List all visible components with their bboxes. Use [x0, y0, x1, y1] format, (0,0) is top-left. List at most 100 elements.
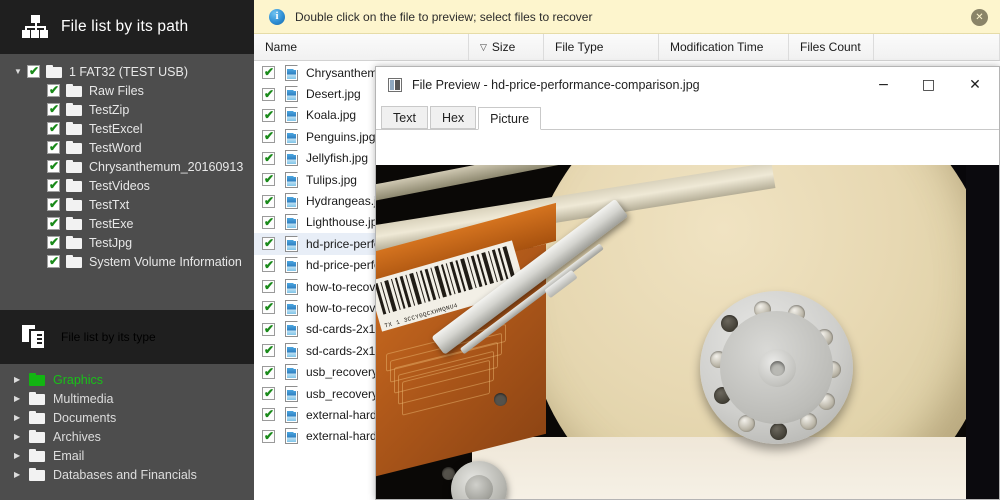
file-checkbox[interactable]: [262, 258, 275, 272]
minimize-button[interactable]: −: [861, 67, 906, 102]
tree-item-label: Chrysanthemum_20160913: [89, 159, 244, 174]
tree-item-label: Raw Files: [89, 83, 144, 98]
column-header-label: File Type: [555, 40, 604, 54]
tree-item[interactable]: TestExe: [0, 214, 254, 233]
column-header-row: Name ▽ Size File Type Modification Time Files…: [254, 34, 1000, 61]
file-checkbox[interactable]: [262, 300, 275, 315]
type-list[interactable]: ▶ Graphics ▶ Multimedia ▶ Documents ▶ Archives ▶…: [0, 364, 254, 484]
chevron-right-icon[interactable]: ▶: [14, 432, 29, 441]
tree-item-label: TestJpg: [89, 235, 133, 250]
preview-body: TX 1 3CCY0QCXHMQNU4: [376, 131, 999, 499]
column-header-label: Size: [491, 40, 516, 54]
tab-picture[interactable]: Picture: [478, 107, 542, 130]
tree-item-checkbox[interactable]: [47, 121, 60, 135]
tree-item[interactable]: System Volume Information: [0, 252, 254, 271]
tree-item-checkbox[interactable]: [47, 102, 60, 116]
file-checkbox[interactable]: [262, 279, 275, 294]
chevron-right-icon[interactable]: ▶: [14, 470, 29, 479]
folder-icon: [66, 217, 82, 230]
type-item-graphics[interactable]: ▶ Graphics: [0, 370, 254, 389]
tree-item-checkbox[interactable]: [47, 235, 60, 249]
folder-icon: [66, 179, 82, 192]
window-controls: − □ ✕: [861, 67, 999, 102]
maximize-button[interactable]: □: [906, 67, 951, 102]
column-header-name[interactable]: Name: [254, 34, 469, 60]
column-header-size[interactable]: ▽ Size: [469, 34, 544, 60]
type-item-email[interactable]: ▶ Email: [0, 446, 254, 465]
chevron-down-icon[interactable]: ▼: [14, 67, 27, 76]
sitemap-icon: [22, 15, 48, 39]
file-checkbox[interactable]: [262, 365, 275, 379]
column-header-file-type[interactable]: File Type: [544, 34, 659, 60]
tree-item[interactable]: TestVideos: [0, 176, 254, 195]
type-item-label: Multimedia: [53, 391, 114, 406]
image-file-icon: [285, 257, 298, 274]
file-checkbox[interactable]: [262, 194, 275, 208]
file-name: Penguins.jpg: [306, 129, 376, 144]
chevron-right-icon[interactable]: ▶: [14, 451, 29, 460]
column-header-modification-time[interactable]: Modification Time: [659, 34, 789, 60]
tree-item[interactable]: ▼ 1 FAT32 (TEST USB): [0, 62, 254, 81]
file-checkbox[interactable]: [262, 429, 275, 443]
tree-item-checkbox[interactable]: [27, 64, 40, 78]
file-checkbox[interactable]: [262, 108, 275, 122]
image-file-icon: [285, 428, 298, 445]
tab-hex[interactable]: Hex: [429, 106, 477, 129]
tree-item[interactable]: TestTxt: [0, 195, 254, 214]
preview-title-bar[interactable]: File Preview - hd-price-performance-comp…: [376, 67, 999, 102]
column-header-label: Modification Time: [670, 40, 764, 54]
tree-item-checkbox[interactable]: [47, 140, 60, 154]
file-checkbox[interactable]: [262, 407, 275, 422]
type-item-archives[interactable]: ▶ Archives: [0, 427, 254, 446]
tree-item-checkbox[interactable]: [47, 83, 60, 97]
tree-item-checkbox[interactable]: [47, 216, 60, 230]
tree-item-checkbox[interactable]: [47, 159, 60, 173]
type-item-databases-and-financials[interactable]: ▶ Databases and Financials: [0, 465, 254, 484]
close-button[interactable]: ✕: [951, 67, 999, 102]
file-checkbox[interactable]: [262, 129, 275, 144]
file-checkbox[interactable]: [262, 151, 275, 165]
file-checkbox[interactable]: [262, 343, 275, 358]
file-checkbox[interactable]: [262, 65, 275, 80]
column-header-filler: [874, 34, 1000, 60]
file-checkbox[interactable]: [262, 236, 275, 251]
hdd-pivot-center: [465, 475, 493, 499]
tree-item[interactable]: TestZip: [0, 100, 254, 119]
type-item-documents[interactable]: ▶ Documents: [0, 408, 254, 427]
folder-icon: [29, 411, 45, 424]
file-checkbox[interactable]: [262, 322, 275, 336]
file-checkbox[interactable]: [262, 386, 275, 401]
type-item-multimedia[interactable]: ▶ Multimedia: [0, 389, 254, 408]
tree-item[interactable]: Raw Files: [0, 81, 254, 100]
tree-item-checkbox[interactable]: [47, 197, 60, 211]
tree-item-label: TestWord: [89, 140, 142, 155]
chevron-right-icon[interactable]: ▶: [14, 413, 29, 422]
folder-icon: [66, 141, 82, 154]
chevron-right-icon[interactable]: ▶: [14, 394, 29, 403]
file-checkbox[interactable]: [262, 215, 275, 229]
tree-item-checkbox[interactable]: [47, 178, 60, 192]
column-header-files-count[interactable]: Files Count: [789, 34, 874, 60]
tree-item[interactable]: TestJpg: [0, 233, 254, 252]
folder-icon: [29, 430, 45, 443]
path-tree[interactable]: ▼ 1 FAT32 (TEST USB) Raw Files TestZip TestE…: [0, 54, 254, 271]
type-item-label: Email: [53, 448, 85, 463]
tab-text[interactable]: Text: [381, 106, 428, 129]
column-header-label: Files Count: [800, 40, 861, 54]
tree-item[interactable]: Chrysanthemum_20160913: [0, 157, 254, 176]
image-file-icon: [285, 406, 298, 423]
image-file-icon: [285, 278, 298, 295]
tree-item[interactable]: TestExcel: [0, 119, 254, 138]
file-checkbox[interactable]: [262, 172, 275, 187]
tree-item-checkbox[interactable]: [47, 254, 60, 268]
image-file-icon: [285, 235, 298, 252]
chevron-right-icon[interactable]: ▶: [14, 375, 29, 384]
type-item-label: Archives: [53, 429, 101, 444]
close-icon[interactable]: ✕: [971, 9, 988, 26]
preview-tabs[interactable]: Text Hex Picture: [376, 102, 999, 130]
type-item-label: Databases and Financials: [53, 467, 197, 482]
folder-icon: [66, 103, 82, 116]
sidebar: File list by its path ▼ 1 FAT32 (TEST USB…: [0, 0, 254, 500]
tree-item[interactable]: TestWord: [0, 138, 254, 157]
file-checkbox[interactable]: [262, 87, 275, 101]
